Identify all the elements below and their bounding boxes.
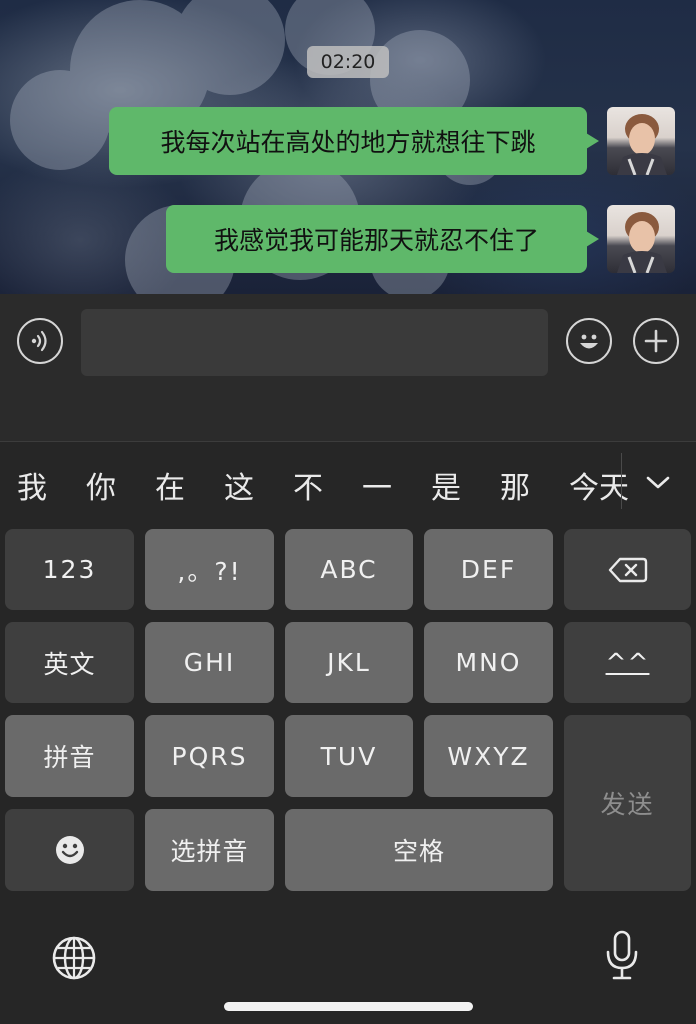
globe-icon bbox=[52, 936, 96, 980]
key-jkl[interactable]: JKL bbox=[285, 622, 413, 703]
key-mno[interactable]: MNO bbox=[424, 622, 553, 703]
key-label: 拼音 bbox=[43, 743, 96, 772]
chevron-down-icon bbox=[646, 476, 670, 489]
key-tuv[interactable]: TUV bbox=[285, 715, 413, 797]
key-label: JKL bbox=[327, 648, 371, 677]
key-label: ABC bbox=[320, 555, 378, 584]
key-select-pinyin[interactable]: 选拼音 bbox=[145, 809, 274, 891]
plus-button[interactable] bbox=[633, 318, 679, 364]
message-bubble[interactable]: 我感觉我可能那天就忍不住了 bbox=[166, 205, 599, 273]
key-label: 123 bbox=[42, 555, 97, 584]
key-label: GHI bbox=[183, 648, 236, 677]
candidate-word[interactable]: 那 bbox=[500, 469, 530, 509]
send-key[interactable]: 发送 bbox=[564, 715, 691, 891]
candidate-word[interactable]: 是 bbox=[431, 469, 461, 509]
dictation-button[interactable] bbox=[604, 930, 640, 982]
backspace-icon bbox=[608, 557, 647, 582]
key-english[interactable]: 英文 bbox=[5, 622, 134, 703]
key-label: TUV bbox=[320, 741, 378, 771]
key-label: WXYZ bbox=[447, 741, 530, 771]
plus-icon bbox=[644, 329, 668, 353]
candidate-divider bbox=[621, 453, 622, 509]
candidate-word[interactable]: 我 bbox=[17, 469, 47, 509]
key-ghi[interactable]: GHI bbox=[145, 622, 274, 703]
smiley-icon bbox=[55, 836, 84, 864]
space-key[interactable]: 空格 bbox=[285, 809, 553, 891]
key-kaomoji[interactable]: ^^ bbox=[564, 622, 691, 703]
key-label: 选拼音 bbox=[170, 837, 249, 866]
message-bubble[interactable]: 我每次站在高处的地方就想往下跳 bbox=[109, 107, 599, 175]
candidate-word[interactable]: 不 bbox=[293, 469, 323, 509]
candidate-word[interactable]: 这 bbox=[224, 469, 254, 509]
key-label: PQRS bbox=[171, 741, 248, 771]
key-wxyz[interactable]: WXYZ bbox=[424, 715, 553, 797]
key-pqrs[interactable]: PQRS bbox=[145, 715, 274, 797]
avatar-photo bbox=[617, 212, 667, 273]
key-label: ,。?! bbox=[177, 556, 242, 586]
candidate-word[interactable]: 在 bbox=[155, 469, 185, 509]
microphone-icon bbox=[606, 930, 638, 980]
chat-area: 02:20 我每次站在高处的地方就想往下跳 我感觉我可能那天就忍不住了 bbox=[0, 0, 696, 294]
timestamp-badge: 02:20 bbox=[307, 46, 389, 78]
emoji-key[interactable] bbox=[5, 809, 134, 891]
keyboard-top-strip bbox=[0, 388, 696, 442]
avatar[interactable] bbox=[607, 107, 675, 175]
key-label: MNO bbox=[455, 648, 522, 677]
key-label: ^^ bbox=[605, 648, 650, 677]
home-indicator[interactable] bbox=[224, 1002, 473, 1011]
key-abc[interactable]: ABC bbox=[285, 529, 413, 610]
key-label: DEF bbox=[460, 555, 517, 584]
key-label: 英文 bbox=[43, 649, 96, 679]
switch-keyboard-button[interactable] bbox=[50, 934, 98, 982]
key-label: 空格 bbox=[392, 837, 445, 866]
key-label: 发送 bbox=[600, 790, 655, 819]
expand-candidates-button[interactable] bbox=[636, 463, 680, 503]
key-pinyin[interactable]: 拼音 bbox=[5, 715, 134, 797]
avatar-photo bbox=[617, 114, 667, 175]
emoji-icon bbox=[580, 334, 598, 349]
emoji-button[interactable] bbox=[566, 318, 612, 364]
candidate-word[interactable]: 一 bbox=[362, 469, 392, 509]
candidate-word[interactable]: 今天 bbox=[569, 469, 629, 509]
message-input[interactable] bbox=[81, 309, 548, 376]
candidate-bar: 我 你 在 这 不 一 是 那 今天 bbox=[0, 443, 696, 529]
key-punctuation[interactable]: ,。?! bbox=[145, 529, 274, 610]
voice-button[interactable] bbox=[17, 318, 63, 364]
input-bar bbox=[0, 294, 696, 388]
backspace-key[interactable] bbox=[564, 529, 691, 610]
avatar[interactable] bbox=[607, 205, 675, 273]
voice-icon bbox=[31, 330, 47, 352]
key-def[interactable]: DEF bbox=[424, 529, 553, 610]
key-123[interactable]: 123 bbox=[5, 529, 134, 610]
candidate-word[interactable]: 你 bbox=[86, 469, 116, 509]
